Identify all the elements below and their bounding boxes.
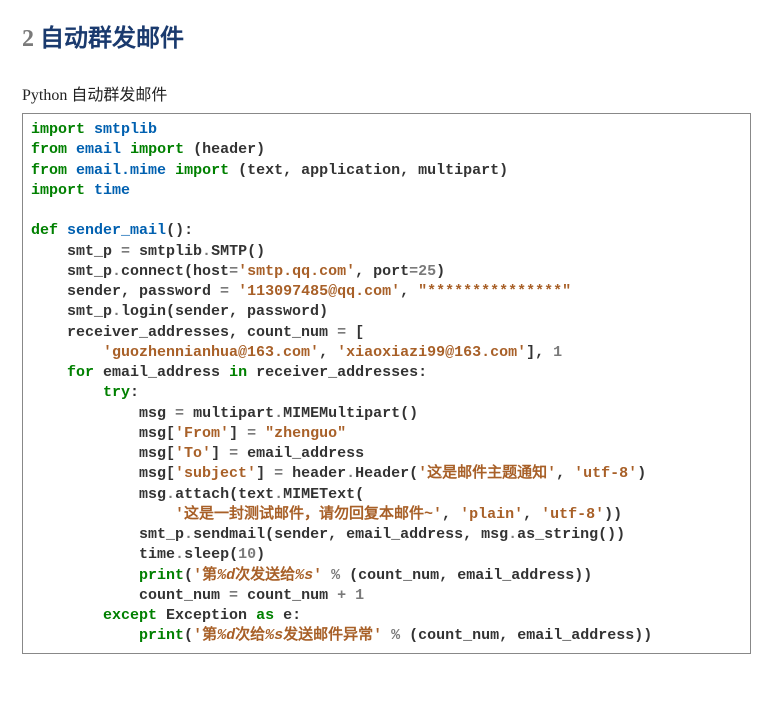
code-line: smt_p.sendmail(sender, email_address, ms… <box>31 526 625 543</box>
section-subtitle: Python 自动群发邮件 <box>22 81 751 105</box>
code-line: receiver_addresses, count_num = [ <box>31 324 364 341</box>
code-line: for email_address in receiver_addresses: <box>31 364 427 381</box>
code-line: import time <box>31 182 130 199</box>
code-line: msg = multipart.MIMEMultipart() <box>31 405 418 422</box>
code-line: 'guozhennianhua@163.com', 'xiaoxiazi99@1… <box>31 344 562 361</box>
code-line: from email import (header) <box>31 141 265 158</box>
section-heading: 2自动群发邮件 <box>22 18 751 53</box>
code-line: smt_p.login(sender, password) <box>31 303 328 320</box>
code-line: msg['From'] = "zhenguo" <box>31 425 346 442</box>
code-line: count_num = count_num + 1 <box>31 587 364 604</box>
code-line: msg['To'] = email_address <box>31 445 364 462</box>
section-number: 2 <box>22 26 34 52</box>
code-line: smt_p.connect(host='smtp.qq.com', port=2… <box>31 263 445 280</box>
code-block: import smtplib from email import (header… <box>22 113 751 654</box>
code-line: try: <box>31 384 139 401</box>
code-line: except Exception as e: <box>31 607 301 624</box>
code-line: print('第%d次给%s发送邮件异常' % (count_num, emai… <box>31 627 652 644</box>
code-line: sender, password = '113097485@qq.com', "… <box>31 283 571 300</box>
code-line: msg.attach(text.MIMEText( <box>31 486 364 503</box>
code-line: from email.mime import (text, applicatio… <box>31 162 508 179</box>
code-line: msg['subject'] = header.Header('这是邮件主题通知… <box>31 465 646 482</box>
code-line: print('第%d次发送给%s' % (count_num, email_ad… <box>31 567 592 584</box>
code-line: '这是一封测试邮件，请勿回复本邮件~', 'plain', 'utf-8')) <box>31 506 622 523</box>
code-line: time.sleep(10) <box>31 546 265 563</box>
code-line: def sender_mail(): <box>31 222 193 239</box>
code-line: smt_p = smtplib.SMTP() <box>31 243 265 260</box>
code-line: import smtplib <box>31 121 157 138</box>
section-title: 自动群发邮件 <box>40 26 184 52</box>
